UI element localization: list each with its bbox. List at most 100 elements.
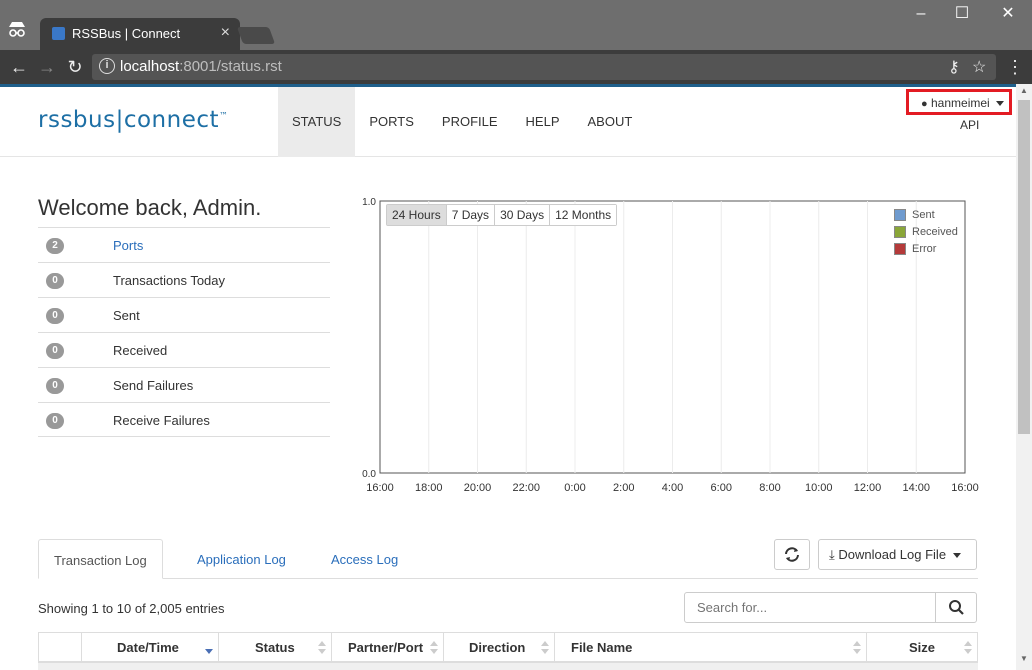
sort-icon	[964, 641, 972, 655]
stat-row-receive-failures: 0 Receive Failures	[38, 402, 330, 437]
chart-range-selector: 24 Hours 7 Days 30 Days 12 Months	[386, 204, 618, 226]
refresh-button[interactable]	[774, 539, 810, 570]
url-host: localhost	[120, 58, 180, 75]
forward-arrow-icon[interactable]: →	[36, 56, 58, 78]
tab-application-log[interactable]: Application Log	[182, 539, 301, 579]
legend-swatch	[894, 243, 906, 255]
sort-icon	[853, 641, 861, 655]
range-12-months-button[interactable]: 12 Months	[550, 205, 617, 225]
stat-row-transactions-today: 0 Transactions Today	[38, 262, 330, 297]
sort-icon	[318, 641, 326, 655]
welcome-heading: Welcome back, Admin.	[38, 195, 262, 220]
count-badge: 0	[46, 343, 64, 359]
stat-row-send-failures: 0 Send Failures	[38, 367, 330, 402]
stat-row-received: 0 Received	[38, 332, 330, 367]
ports-link[interactable]: Ports	[113, 238, 143, 253]
legend-swatch	[894, 209, 906, 221]
new-tab-button[interactable]	[236, 27, 276, 44]
browser-tab[interactable]: RSSBus | Connect ×	[40, 18, 240, 50]
range-24-hours-button[interactable]: 24 Hours	[387, 205, 447, 225]
info-icon[interactable]: i	[99, 58, 115, 74]
column-header-select[interactable]	[39, 633, 82, 663]
x-tick-label: 20:00	[464, 482, 492, 494]
column-header-status[interactable]: Status	[219, 633, 332, 663]
back-arrow-icon[interactable]: ←	[8, 56, 30, 78]
nav-profile[interactable]: PROFILE	[428, 87, 512, 157]
favicon-icon	[52, 27, 65, 40]
activity-chart: 16:00 18:00 20:00 22:00 0:00 2:00 4:00 6:00 8:00…	[350, 195, 980, 495]
app-header: rssbus|connect™ STATUS PORTS PROFILE HEL…	[0, 87, 1016, 157]
column-header-size[interactable]: Size	[867, 633, 978, 663]
refresh-icon	[785, 547, 799, 562]
nav-ports[interactable]: PORTS	[355, 87, 428, 157]
x-tick-label: 2:00	[613, 482, 634, 494]
user-menu-button[interactable]: ● hanmeimei	[906, 89, 1012, 115]
legend-swatch	[894, 226, 906, 238]
count-badge: 0	[46, 413, 64, 429]
stat-label: Sent	[113, 308, 140, 323]
menu-dots-icon[interactable]: ⋮	[1004, 56, 1026, 78]
count-badge: 2	[46, 238, 64, 254]
scroll-up-arrow-icon[interactable]: ▲	[1016, 86, 1032, 100]
sort-desc-icon	[205, 641, 213, 655]
entries-summary: Showing 1 to 10 of 2,005 entries	[38, 601, 225, 616]
y-tick-label: 0.0	[362, 469, 376, 480]
close-tab-icon[interactable]: ×	[221, 24, 230, 42]
chart-svg: 16:00 18:00 20:00 22:00 0:00 2:00 4:00 6:00 8:00…	[362, 197, 979, 494]
legend-item-sent: Sent	[894, 208, 958, 225]
close-window-button[interactable]: ✕	[993, 4, 1023, 24]
stat-row-sent: 0 Sent	[38, 297, 330, 332]
count-badge: 0	[46, 273, 64, 289]
key-icon[interactable]: ⚷	[948, 57, 960, 77]
tab-transaction-log[interactable]: Transaction Log	[38, 539, 163, 579]
nav-help[interactable]: HELP	[512, 87, 574, 157]
column-header-datetime[interactable]: Date/Time	[82, 633, 219, 663]
download-icon: ⤓	[829, 547, 835, 562]
page-content: rssbus|connect™ STATUS PORTS PROFILE HEL…	[0, 84, 1016, 670]
tab-title: RSSBus | Connect	[72, 26, 181, 41]
logo[interactable]: rssbus|connect™	[38, 107, 229, 133]
scroll-down-arrow-icon[interactable]: ▼	[1016, 654, 1032, 668]
stats-list: 2 Ports 0 Transactions Today 0 Sent 0 Re…	[38, 227, 330, 437]
sort-icon	[541, 641, 549, 655]
incognito-icon	[6, 18, 28, 40]
sort-icon	[430, 641, 438, 655]
main-nav: STATUS PORTS PROFILE HELP ABOUT	[278, 87, 646, 157]
url-path: :8001/status.rst	[179, 58, 282, 75]
nav-status[interactable]: STATUS	[278, 87, 356, 157]
stat-label: Received	[113, 343, 168, 358]
page-scrollbar[interactable]: ▲ ▼	[1016, 84, 1032, 670]
x-tick-label: 0:00	[564, 482, 585, 494]
scroll-thumb[interactable]	[1018, 100, 1030, 434]
x-tick-label: 12:00	[854, 482, 882, 494]
column-header-partner-port[interactable]: Partner/Port	[332, 633, 444, 663]
x-tick-label: 4:00	[662, 482, 683, 494]
tab-access-log[interactable]: Access Log	[316, 539, 413, 579]
download-log-button[interactable]: ⤓ Download Log File	[818, 539, 977, 570]
range-7-days-button[interactable]: 7 Days	[446, 205, 496, 225]
stat-row-ports: 2 Ports	[38, 227, 330, 262]
browser-window: RSSBus | Connect × – ☐ ✕ ← → ↻ i localho…	[0, 0, 1032, 670]
y-tick-label: 1.0	[362, 197, 376, 208]
x-tick-label: 16:00	[951, 482, 979, 494]
chevron-down-icon	[996, 101, 1005, 107]
x-tick-label: 16:00	[366, 482, 394, 494]
range-30-days-button[interactable]: 30 Days	[495, 205, 551, 225]
stat-label: Receive Failures	[113, 413, 210, 428]
minimize-button[interactable]: –	[906, 4, 936, 24]
maximize-button[interactable]: ☐	[947, 4, 977, 24]
stat-label: Transactions Today	[113, 273, 226, 288]
search-button[interactable]	[935, 592, 977, 623]
column-header-file-name[interactable]: File Name	[555, 633, 867, 663]
address-bar[interactable]: i localhost:8001/status.rst ⚷ ☆	[92, 54, 996, 80]
column-header-direction[interactable]: Direction	[444, 633, 555, 663]
api-link[interactable]: API	[960, 118, 979, 132]
star-icon[interactable]: ☆	[972, 57, 986, 77]
table-row[interactable]	[38, 663, 978, 670]
user-icon: ●	[921, 98, 928, 110]
count-badge: 0	[46, 308, 64, 324]
search-input[interactable]	[684, 592, 936, 623]
tab-bar: RSSBus | Connect × – ☐ ✕	[0, 0, 1032, 50]
reload-icon[interactable]: ↻	[64, 56, 86, 78]
nav-about[interactable]: ABOUT	[574, 87, 647, 157]
